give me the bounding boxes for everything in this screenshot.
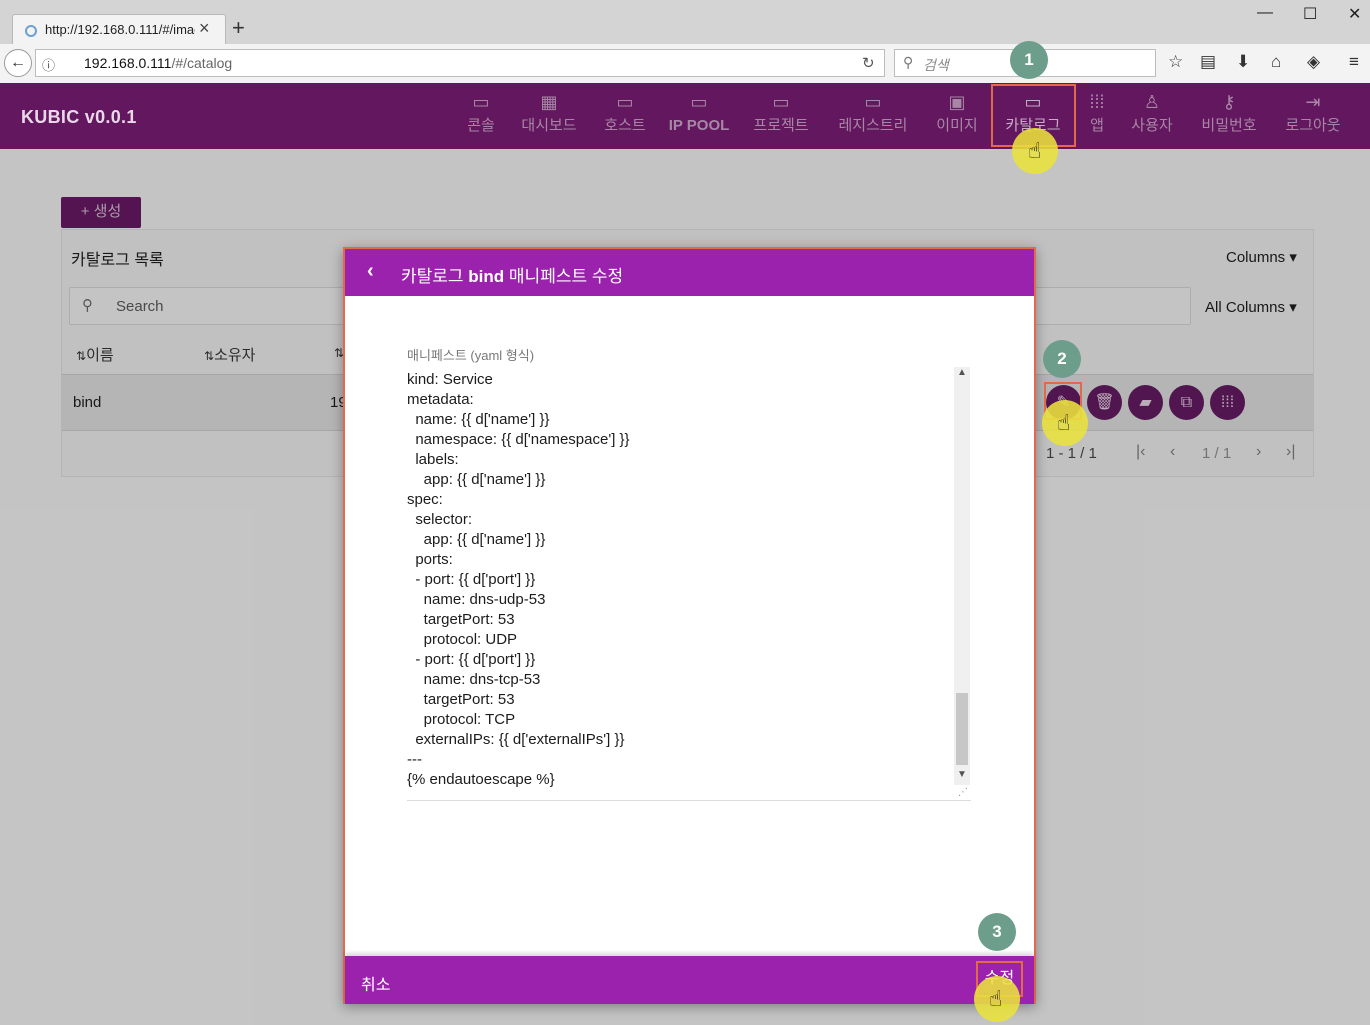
minimize-icon[interactable]: — (1257, 4, 1273, 22)
nav-user[interactable]: ♙ 사용자 (1125, 83, 1179, 149)
search-icon: ⚲ (903, 54, 914, 70)
cancel-button[interactable]: 취소 (361, 971, 390, 995)
manifest-textarea[interactable]: kind: Service metadata: name: {{ d['name… (407, 367, 971, 801)
dialog-footer: 취소 수정 (345, 956, 1034, 1004)
hand-cursor-icon: ☝ (989, 986, 1003, 1011)
manifest-label: 매니페스트 (yaml 형식) (407, 348, 535, 363)
app-brand: KUBIC v0.0.1 (21, 107, 137, 127)
laptop-icon: ▭ (690, 92, 708, 112)
resize-handle-icon[interactable]: ⋰ (958, 787, 968, 798)
new-tab-icon[interactable]: + (232, 17, 245, 39)
nav-password[interactable]: ⚷ 비밀번호 (1194, 83, 1264, 149)
hand-cursor-icon: ☝ (1057, 410, 1071, 435)
nav-host[interactable]: ▭ 호스트 (598, 83, 652, 149)
nav-image[interactable]: ▣ 이미지 (930, 83, 984, 149)
textarea-scrollbar[interactable]: ▲ ▼ (954, 367, 970, 785)
reload-icon[interactable]: ↻ (862, 54, 875, 72)
url-bar[interactable]: ⓘ 192.168.0.111/#/catalog ↻ (35, 49, 885, 77)
scroll-down-icon[interactable]: ▼ (957, 769, 967, 780)
step-badge-2: 2 (1043, 340, 1081, 378)
manifest-content: kind: Service metadata: name: {{ d['name… (407, 371, 630, 788)
home-icon[interactable]: ⌂ (1271, 52, 1281, 72)
step-badge-1: 1 (1010, 41, 1048, 79)
nav-registry[interactable]: ▭ 레지스트리 (830, 83, 916, 149)
key-icon: ⚷ (1222, 92, 1236, 112)
close-tab-icon[interactable]: × (199, 18, 210, 39)
dialog-header: ‹ 카탈로그 bind 매니페스트 수정 (345, 249, 1034, 296)
apps-grid-icon: ⁞⁞⁞ (1089, 92, 1105, 112)
nav-logout[interactable]: ⇥ 로그아웃 (1278, 83, 1348, 149)
download-icon[interactable]: ⬇ (1236, 52, 1250, 72)
step-badge-3: 3 (978, 913, 1016, 951)
nav-ip-pool[interactable]: ▭ IP POOL (666, 83, 732, 149)
back-icon[interactable]: ← (4, 49, 32, 77)
browser-tab[interactable]: http://192.168.0.111/#/imag × (12, 14, 226, 47)
maximize-icon[interactable]: ☐ (1303, 4, 1317, 24)
dashboard-icon: ▦ (540, 92, 558, 112)
reading-list-icon[interactable]: ▤ (1200, 52, 1216, 72)
bookmark-star-icon[interactable]: ☆ (1168, 52, 1183, 72)
nav-project[interactable]: ▭ 프로젝트 (747, 83, 815, 149)
edit-manifest-dialog: ‹ 카탈로그 bind 매니페스트 수정 매니페스트 (yaml 형식) kin… (343, 247, 1036, 1004)
nav-console[interactable]: ▭ 콘솔 (462, 83, 500, 149)
scroll-thumb[interactable] (956, 693, 968, 765)
nav-app[interactable]: ⁞⁞⁞ 앱 (1083, 83, 1111, 149)
browser-nav-bar: ← ⓘ 192.168.0.111/#/catalog ↻ ⚲ 검색 ☆ ▤ ⬇… (0, 44, 1370, 84)
dialog-title: 카탈로그 bind 매니페스트 수정 (401, 267, 624, 286)
menu-icon[interactable]: ≡ (1349, 52, 1359, 72)
laptop-icon: ▭ (616, 92, 634, 112)
browser-tab-bar: http://192.168.0.111/#/imag × + — ☐ ✕ (0, 0, 1370, 47)
url-text: 192.168.0.111/#/catalog (84, 55, 233, 71)
window-close-icon[interactable]: ✕ (1348, 4, 1361, 24)
person-icon: ♙ (1143, 92, 1161, 112)
info-icon[interactable]: ⓘ (42, 55, 55, 74)
nav-dashboard[interactable]: ▦ 대시보드 (515, 83, 583, 149)
laptop-icon: ▭ (472, 92, 490, 112)
back-chevron-icon[interactable]: ‹ (367, 260, 374, 283)
app-header: KUBIC v0.0.1 ▭ 콘솔 ▦ 대시보드 ▭ 호스트 ▭ IP POOL ▭ 프로… (0, 83, 1370, 149)
image-icon: ▣ (948, 92, 966, 112)
search-placeholder: 검색 (923, 57, 949, 73)
laptop-icon: ▭ (772, 92, 790, 112)
favicon-icon (25, 25, 37, 37)
hand-cursor-icon: ☝ (1028, 138, 1042, 163)
tab-title: http://192.168.0.111/#/imag (45, 22, 195, 37)
laptop-icon: ▭ (864, 92, 882, 112)
logout-icon: ⇥ (1305, 92, 1321, 112)
pocket-icon[interactable]: ◈ (1307, 52, 1320, 72)
scroll-up-icon[interactable]: ▲ (957, 367, 967, 378)
